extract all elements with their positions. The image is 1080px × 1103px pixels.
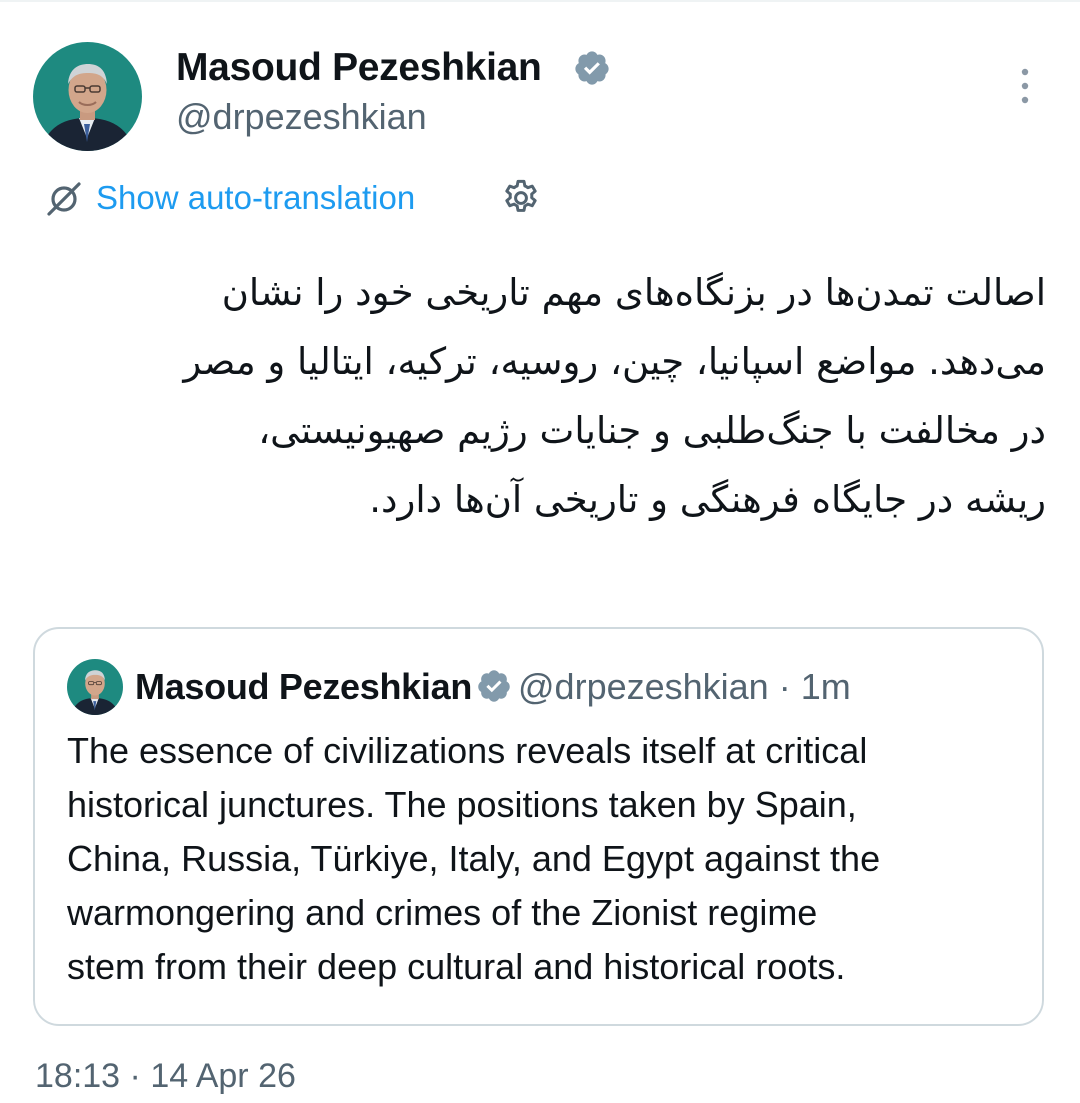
quoted-tweet-header: Masoud Pezeshkian @drpezeshkian · 1m	[135, 663, 851, 711]
no-translate-icon	[47, 182, 81, 216]
tweet-timestamp[interactable]: 18:13 · 14 Apr 26	[35, 1053, 296, 1099]
quoted-tweet-card[interactable]: Masoud Pezeshkian @drpezeshkian · 1m The…	[33, 627, 1044, 1026]
more-options-button[interactable]	[1002, 62, 1048, 110]
avatar-portrait-icon	[33, 42, 142, 151]
author-name[interactable]: Masoud Pezeshkian	[176, 44, 542, 92]
verified-badge-icon	[575, 51, 609, 85]
timestamp-separator: ·	[129, 1057, 141, 1095]
author-handle[interactable]: @drpezeshkian	[176, 95, 427, 139]
quoted-text-line: China, Russia, Türkiye, Italy, and Egypt…	[67, 838, 881, 879]
verified-badge-icon	[478, 670, 510, 702]
tweet-text: اصالت تمدن‌ها در بزنگاه‌های مهم تاریخی خ…	[24, 258, 1046, 534]
tweet-text-line: می‌دهد. مواضع اسپانیا، چین، روسیه، ترکیه…	[183, 340, 1046, 383]
tweet-text-line: در مخالفت با جنگ‌طلبی و جنایات رژیم صهیو…	[258, 409, 1046, 452]
quoted-relative-time[interactable]: 1m	[801, 666, 851, 707]
header-separator: ·	[778, 666, 791, 707]
timestamp-time: 18:13	[35, 1057, 121, 1095]
tweet-text-line: اصالت تمدن‌ها در بزنگاه‌های مهم تاریخی خ…	[221, 271, 1046, 314]
quoted-text-line: The essence of civilizations reveals its…	[67, 730, 868, 771]
show-auto-translation-link[interactable]: Show auto-translation	[96, 173, 415, 223]
quoted-text-line: warmongering and crimes of the Zionist r…	[67, 892, 818, 933]
quoted-author-name[interactable]: Masoud Pezeshkian	[135, 666, 472, 707]
timestamp-date: 14 Apr 26	[150, 1057, 296, 1095]
quoted-author-avatar[interactable]	[67, 659, 123, 715]
gear-icon[interactable]	[500, 177, 542, 219]
tweet-text-line: ریشه در جایگاه فرهنگی و تاریخی آن‌ها دار…	[369, 478, 1046, 521]
quoted-tweet-text: The essence of civilizations reveals its…	[67, 724, 1027, 994]
top-divider	[0, 0, 1080, 2]
quoted-text-line: historical junctures. The positions take…	[67, 784, 857, 825]
author-avatar[interactable]	[33, 42, 142, 151]
quoted-text-line: stem from their deep cultural and histor…	[67, 946, 846, 987]
translation-row: Show auto-translation	[44, 173, 604, 223]
more-vertical-icon	[1021, 68, 1029, 104]
quoted-author-handle[interactable]: @drpezeshkian	[518, 666, 769, 707]
avatar-portrait-icon	[67, 659, 123, 715]
